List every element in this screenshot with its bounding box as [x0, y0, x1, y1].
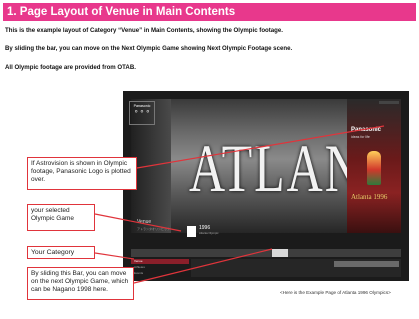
olympic-rings-icon: ⚬⚬⚬: [133, 109, 151, 116]
category-title: Venue: [137, 219, 152, 225]
selected-game-marker[interactable]: [187, 226, 196, 237]
category-subtitle: アトランタオリンピック: [137, 227, 171, 231]
timeline-selected-slot[interactable]: [272, 249, 288, 257]
venue-screen-preview: ATLANTA Panasonic ideas for life Atlanta…: [123, 91, 409, 281]
panasonic-badge: Panasonic ⚬⚬⚬: [129, 101, 155, 125]
intro-line-2: By sliding the bar, you can move on the …: [5, 45, 293, 52]
category-callout: Your Category: [27, 246, 95, 259]
atlanta-1996-caption: Atlanta 1996: [351, 193, 388, 201]
panasonic-overlay-panel: Panasonic ideas for life Atlanta 1996: [347, 99, 401, 233]
astrovision-callout: If Astrovision is shown in Olympic foota…: [27, 157, 137, 190]
slider-callout: By sliding this Bar, you can move on the…: [27, 267, 134, 300]
page-title: 1. Page Layout of Venue in Main Contents: [3, 3, 416, 21]
example-footnote: <Here is the Example Page of Atlanta 199…: [280, 290, 391, 295]
category-item-venue[interactable]: Venue: [131, 259, 189, 264]
category-list: Venue Athletes Events: [131, 259, 401, 277]
menu-indicator[interactable]: [379, 101, 399, 104]
category-item-events[interactable]: Events: [131, 271, 189, 276]
game-slider-handle[interactable]: [334, 261, 399, 267]
olympic-timeline-bar[interactable]: [131, 249, 401, 257]
selected-game-callout: your selected Olympic Game: [27, 204, 95, 231]
panasonic-logo: Panasonic: [351, 127, 382, 133]
torch-icon: [367, 151, 381, 185]
intro-line-3: All Olympic footage are provided from OT…: [5, 64, 136, 71]
game-slider-track[interactable]: [191, 259, 401, 277]
intro-line-1: This is the example layout of Category “…: [5, 27, 283, 34]
olympic-footage: ATLANTA Panasonic ideas for life Atlanta…: [131, 99, 401, 233]
panasonic-tagline: ideas for life: [351, 135, 370, 139]
selected-game-name: Atlanta Olympic: [199, 231, 219, 235]
category-item-athletes[interactable]: Athletes: [131, 265, 189, 270]
